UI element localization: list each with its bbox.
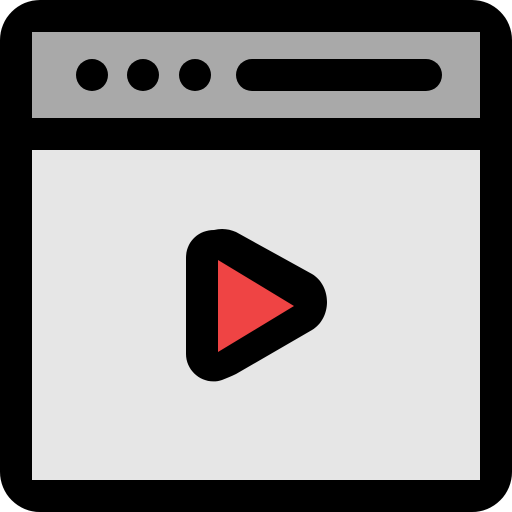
window-dot-1 bbox=[76, 59, 108, 91]
address-bar bbox=[236, 59, 442, 91]
title-bar-divider bbox=[32, 118, 480, 150]
browser-video-icon bbox=[0, 0, 512, 512]
browser-window-icon bbox=[0, 0, 512, 512]
window-dot-3 bbox=[179, 59, 211, 91]
window-dot-2 bbox=[127, 59, 159, 91]
